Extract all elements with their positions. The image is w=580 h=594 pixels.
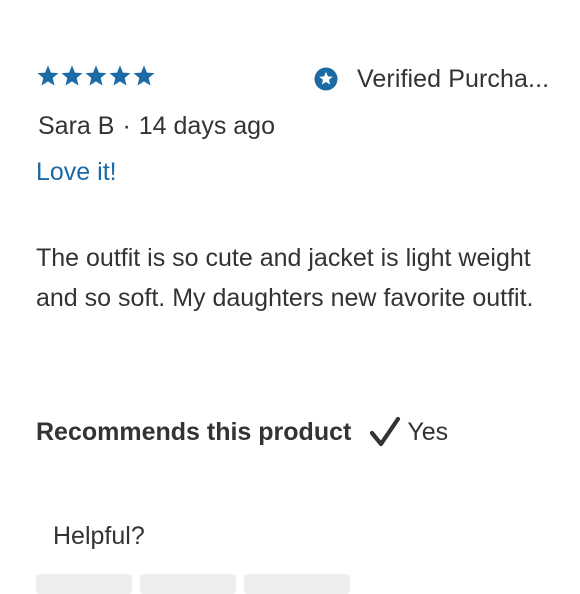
helpful-no-button[interactable] (140, 574, 236, 594)
verified-purchase-badge: Verified Purcha... (314, 64, 580, 94)
review-card: Verified Purcha... Sara B · 14 days ago Lo… (0, 0, 580, 594)
star-icon (36, 64, 60, 88)
star-icon (108, 64, 132, 88)
helpful-buttons (36, 574, 350, 594)
star-icon (132, 64, 156, 88)
review-title: Love it! (36, 158, 117, 186)
recommends-label: Recommends this product (36, 417, 352, 446)
helpful-yes-button[interactable] (36, 574, 132, 594)
star-badge-icon (314, 67, 338, 91)
star-rating (36, 64, 156, 90)
review-body: The outfit is so cute and jacket is ligh… (36, 244, 534, 312)
checkmark-icon (369, 416, 401, 448)
recommends-row: Recommends this product Yes (36, 414, 448, 450)
verified-purchase-text: Verified Purcha... (357, 64, 550, 93)
report-button[interactable] (244, 574, 350, 594)
review-meta: Sara B · 14 days ago (38, 112, 275, 141)
recommends-value: Yes (407, 417, 449, 446)
helpful-label: Helpful? (53, 522, 145, 550)
author-name: Sara B (38, 112, 115, 140)
rating-row: Verified Purcha... (36, 62, 580, 98)
star-icon (60, 64, 84, 88)
star-icon (84, 64, 108, 88)
review-date: 14 days ago (138, 112, 275, 140)
meta-separator: · (122, 112, 131, 140)
